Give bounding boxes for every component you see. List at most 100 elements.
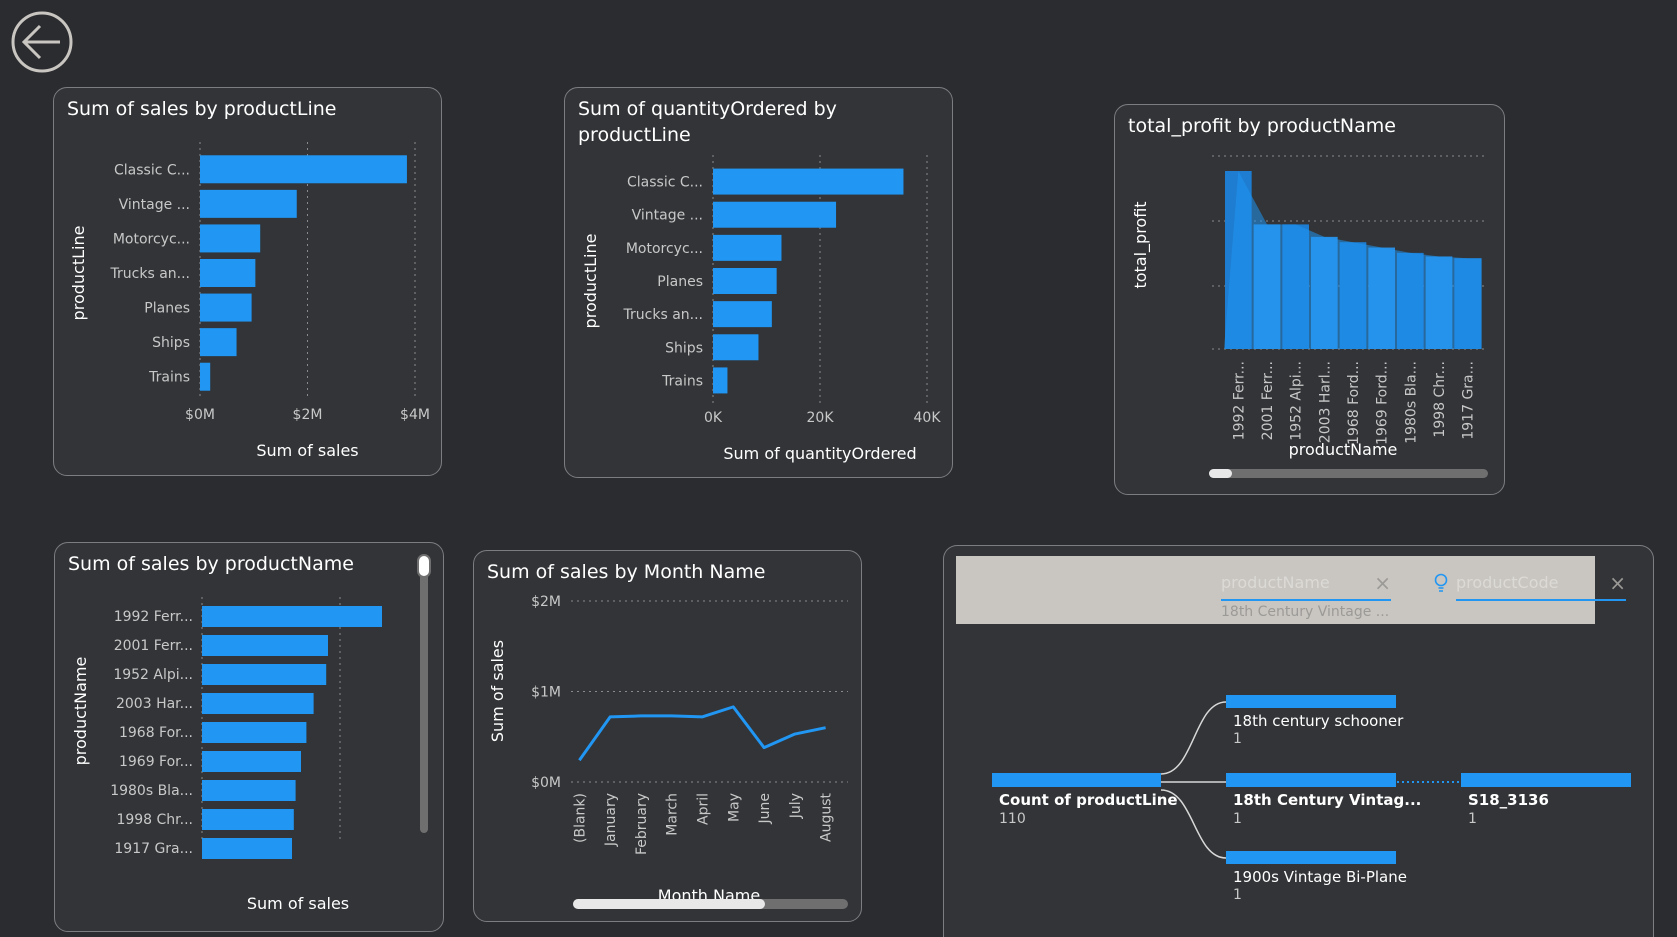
y-tick-label: Vintage ...	[119, 197, 190, 213]
chart-title: total_profit by productName	[1128, 115, 1396, 137]
bar	[202, 751, 301, 772]
decomposition-tree-card[interactable]: productName × 18th Century Vintage ... p…	[943, 545, 1654, 937]
chart-svg: 1992 Ferr... 2001 Ferr... 1952 Alpi... 2003…	[71, 554, 431, 913]
node-bar	[1226, 695, 1396, 708]
series-line	[578, 705, 826, 762]
node-bar	[1461, 773, 1631, 787]
chart-title: Sum of quantityOrdered by productLine	[578, 98, 837, 146]
back-button[interactable]	[10, 10, 74, 74]
bar	[202, 693, 314, 714]
x-tick-label: 1969 Ford...	[1375, 361, 1391, 445]
node-bar	[1226, 851, 1396, 864]
x-tick-label: $0M	[185, 407, 215, 423]
chart-svg: $0M $1M $2M (Blank) January February March Apri…	[488, 594, 848, 909]
bar	[713, 367, 728, 394]
node-value: 1	[1233, 887, 1242, 903]
bar	[200, 155, 407, 184]
y-tick-label: Ships	[152, 335, 190, 351]
root-label: Count of productLine	[999, 791, 1178, 809]
bar	[202, 664, 327, 685]
back-arrow-icon	[11, 11, 73, 73]
chart-card-sales-by-productname[interactable]: Sum of sales by productName 1992 Ferr...…	[54, 542, 444, 932]
x-tick-label: 1998 Chr...	[1432, 361, 1448, 438]
x-tick-label: 1917 Gra...	[1461, 361, 1477, 440]
node-value: 1	[1468, 811, 1477, 827]
x-tick-label: (Blank)	[572, 793, 588, 843]
chart-title: Sum of sales by productLine	[67, 98, 337, 120]
chart-title: Sum of sales by Month Name	[487, 561, 766, 583]
y-tick-label: 1968 For...	[119, 725, 193, 741]
decomposition-node-1[interactable]: 18th century schooner 1	[1226, 695, 1403, 747]
y-tick-label: 1998 Chr...	[116, 812, 193, 828]
chart-card-quantity-by-productline[interactable]: Sum of quantityOrdered by productLine 0K…	[564, 87, 953, 478]
bar	[200, 224, 261, 253]
decomposition-node-3[interactable]: 1900s Vintage Bi-Plane 1	[1226, 851, 1407, 903]
y-tick-label: Ships	[665, 340, 703, 356]
bar	[200, 259, 256, 287]
decomposition-node-2[interactable]: 18th Century Vintag... 1	[1226, 773, 1421, 827]
bar	[713, 268, 777, 294]
y-tick-label: Planes	[144, 301, 190, 317]
node-label: 1900s Vintage Bi-Plane	[1233, 868, 1407, 886]
y-tick-label: Classic C...	[114, 162, 190, 178]
x-tick-label: 1952 Alpi...	[1289, 361, 1305, 441]
decomposition-root-node[interactable]: Count of productLine 110	[992, 773, 1178, 827]
y-tick-label: 2001 Ferr...	[114, 638, 193, 654]
chart-card-sales-by-productline[interactable]: Sum of sales by productLine $0M $2M $4M Cla…	[53, 87, 442, 476]
node-label: 18th Century Vintag...	[1233, 791, 1422, 809]
node-bar	[1226, 773, 1396, 787]
y-tick-label: Planes	[657, 274, 703, 290]
x-tick-label: 1968 Ford...	[1346, 361, 1362, 445]
x-tick-label: April	[696, 793, 712, 825]
y-tick-label: Trains	[661, 373, 703, 389]
chart-card-sales-by-month[interactable]: Sum of sales by Month Name $0M $1M $2M (Bla…	[473, 550, 862, 922]
scrollbar-thumb	[417, 554, 431, 578]
bar	[202, 809, 294, 830]
y-tick-label: 2003 Har...	[116, 696, 193, 712]
bar	[202, 780, 296, 801]
node-label: 18th century schooner	[1233, 712, 1404, 730]
chart-svg: 1992 Ferr... 2001 Ferr... 1952 Alpi... 2003…	[1131, 155, 1488, 478]
x-tick-label: 0K	[704, 410, 723, 426]
x-tick-label: $2M	[293, 407, 323, 423]
node-label: S18_3136	[1468, 791, 1549, 809]
chart-svg: $0M $2M $4M Classic C... Vintage ... Motorcyc…	[69, 142, 430, 460]
x-tick-label: January	[603, 793, 619, 847]
x-tick-label: June	[757, 793, 773, 825]
bar	[202, 838, 292, 859]
y-tick-label: 1992 Ferr...	[114, 609, 193, 625]
bar	[713, 234, 782, 261]
chart-card-profit-by-productname[interactable]: total_profit by productName 1992 Ferr...…	[1114, 104, 1505, 495]
y-tick-label: Trains	[148, 370, 190, 386]
bar	[200, 328, 237, 357]
y-axis-title: productName	[71, 657, 90, 766]
y-tick-label: 1917 Gra...	[114, 841, 193, 857]
bar	[713, 168, 904, 195]
decomposition-node-level2[interactable]: S18_3136 1	[1461, 773, 1631, 827]
bar	[713, 201, 837, 228]
bar	[202, 635, 328, 656]
y-tick-label: 1980s Bla...	[110, 783, 193, 799]
x-tick-label: 20K	[807, 410, 835, 426]
bar	[713, 301, 772, 328]
y-tick-label: $1M	[531, 685, 561, 701]
y-tick-label: Classic C...	[627, 175, 703, 191]
x-tick-label: March	[665, 793, 681, 836]
y-tick-label: Trucks an...	[110, 266, 190, 282]
root-value: 110	[999, 811, 1026, 827]
bar	[202, 722, 307, 743]
y-tick-label: Trucks an...	[623, 307, 703, 323]
x-axis-title: Sum of sales	[256, 441, 358, 460]
bar	[202, 606, 382, 627]
x-tick-label: February	[634, 793, 650, 855]
x-axis-title: Sum of quantityOrdered	[723, 444, 916, 463]
y-tick-label: Motorcyc...	[113, 231, 190, 247]
bar	[200, 189, 297, 218]
x-tick-label: May	[726, 793, 742, 822]
x-axis-title: productName	[1289, 440, 1398, 459]
y-tick-label: $0M	[531, 775, 561, 791]
y-tick-label: Motorcyc...	[626, 241, 703, 257]
x-tick-label: 2001 Ferr...	[1260, 361, 1276, 440]
scrollbar-thumb	[573, 899, 765, 909]
bar	[200, 362, 211, 391]
